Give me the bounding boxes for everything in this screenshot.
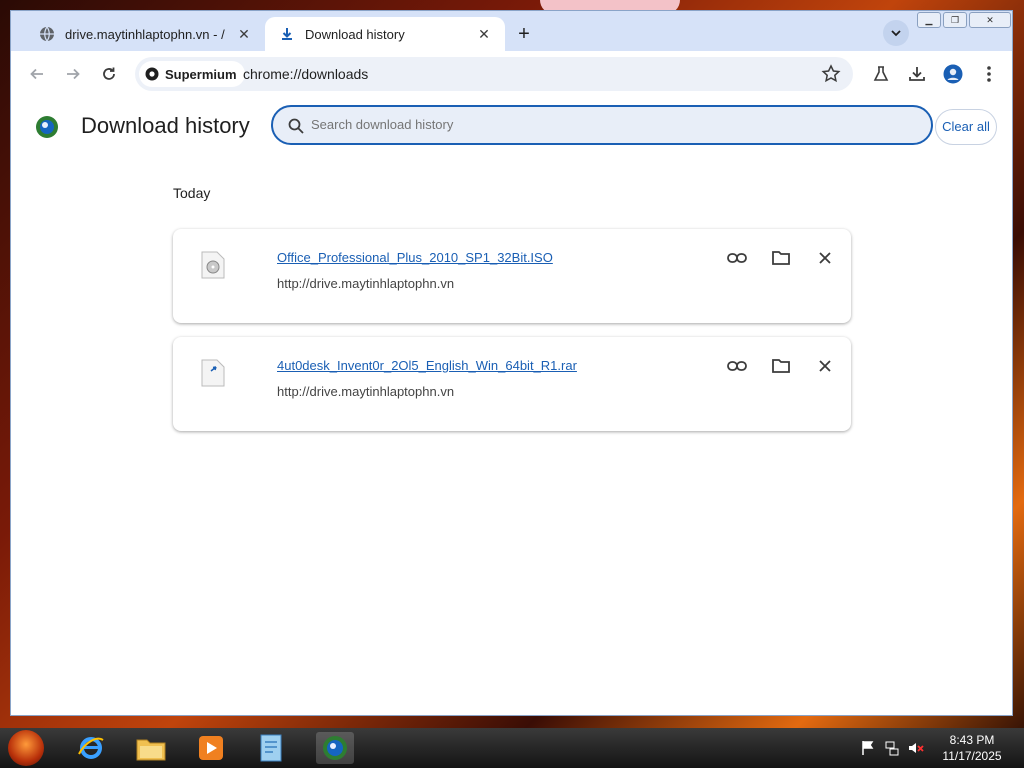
network-icon[interactable] [884,740,900,756]
supermium-logo-icon [36,116,58,138]
taskbar-media-player[interactable] [192,732,230,764]
media-player-icon [199,736,223,760]
taskbar-supermium[interactable] [316,732,354,764]
taskbar-file-explorer[interactable] [132,732,170,764]
download-item: Office_Professional_Plus_2010_SP1_32Bit.… [173,229,851,323]
minimize-button[interactable]: ▁ [917,12,941,28]
disc-file-icon [201,251,225,279]
clock-time: 8:43 PM [949,733,995,747]
download-source-url: http://drive.maytinhlaptophn.vn [277,276,455,291]
arrow-right-icon [67,68,80,80]
close-icon[interactable]: ✕ [235,25,253,43]
tab-title: Download history [305,26,405,42]
taskbar-document[interactable] [252,732,290,764]
taskbar: 8:43 PM 11/17/2025 [0,728,1024,768]
download-icon [279,26,295,42]
toolbar: Supermium chrome://downloads [11,51,1012,97]
supermium-icon [145,67,159,81]
window-close-button[interactable]: ✕ [969,12,1011,28]
tab-drive[interactable]: drive.maytinhlaptophn.vn - / ✕ [25,17,265,51]
flask-icon [873,66,889,81]
search-box[interactable] [271,105,933,145]
bookmark-star-icon[interactable] [821,64,841,84]
close-icon[interactable]: ✕ [475,25,493,43]
download-file-link[interactable]: Office_Professional_Plus_2010_SP1_32Bit.… [277,250,553,265]
tab-search-button[interactable] [883,20,909,46]
close-icon [819,252,831,264]
more-vertical-icon [987,66,991,82]
download-file-link[interactable]: 4ut0desk_Invent0r_2Ol5_English_Win_64bit… [277,358,577,373]
download-icon [909,67,925,81]
search-input[interactable] [309,116,913,133]
chevron-down-icon [891,30,901,37]
supermium-icon [323,736,347,760]
copy-link-button[interactable] [726,247,748,269]
downloads-page: Download history Clear all Today Office_… [11,97,1012,715]
flag-icon[interactable] [860,740,876,756]
tab-strip: drive.maytinhlaptophn.vn - / ✕ Download … [11,11,1012,51]
link-icon [727,253,747,263]
url-text: chrome://downloads [243,66,369,82]
download-source-url: http://drive.maytinhlaptophn.vn [277,384,455,399]
forward-button[interactable] [61,62,85,86]
site-chip[interactable]: Supermium [139,61,245,87]
search-icon [288,118,304,134]
system-clock[interactable]: 8:43 PM 11/17/2025 [936,732,1008,764]
address-bar[interactable]: Supermium chrome://downloads [135,57,853,91]
folder-icon [772,359,790,373]
close-icon [819,360,831,372]
reload-icon [103,67,115,80]
link-icon [727,361,747,371]
volume-muted-icon[interactable] [908,740,924,756]
page-title: Download history [81,113,250,138]
remove-button[interactable] [814,355,836,377]
reload-button[interactable] [97,62,121,86]
arrow-left-icon [30,68,43,80]
show-in-folder-button[interactable] [770,247,792,269]
internet-explorer-icon [78,737,104,759]
browser-window: drive.maytinhlaptophn.vn - / ✕ Download … [10,10,1013,716]
menu-button[interactable] [977,62,1001,86]
globe-icon [39,26,55,42]
folder-icon [772,251,790,265]
document-icon [260,734,282,762]
folder-icon [136,739,166,761]
new-tab-button[interactable]: + [511,21,537,47]
labs-button[interactable] [869,62,893,86]
clock-date: 11/17/2025 [942,749,1002,763]
tab-download-history[interactable]: Download history ✕ [265,17,505,51]
downloads-button[interactable] [905,62,929,86]
profile-button[interactable] [941,62,965,86]
tab-title: drive.maytinhlaptophn.vn - / [65,26,225,42]
archive-file-icon [201,359,225,387]
back-button[interactable] [25,62,49,86]
avatar-icon [943,64,963,84]
download-item: 4ut0desk_Invent0r_2Ol5_English_Win_64bit… [173,337,851,431]
copy-link-button[interactable] [726,355,748,377]
section-label-today: Today [173,185,211,201]
window-controls: ▁ ❐ ✕ [917,12,1011,28]
site-chip-label: Supermium [165,66,237,82]
taskbar-internet-explorer[interactable] [72,732,110,764]
remove-button[interactable] [814,247,836,269]
restore-button[interactable]: ❐ [943,12,967,28]
start-button[interactable] [8,730,44,766]
show-in-folder-button[interactable] [770,355,792,377]
clear-all-button[interactable]: Clear all [935,109,997,145]
